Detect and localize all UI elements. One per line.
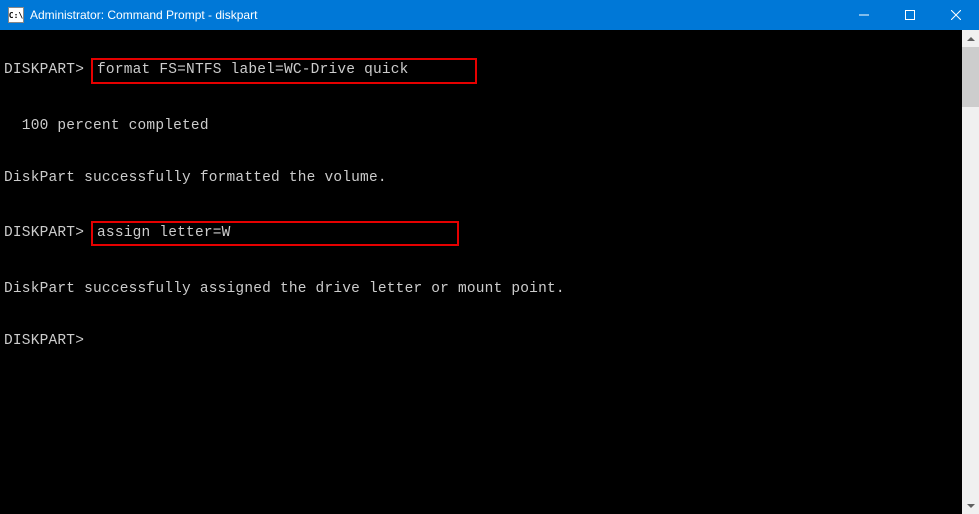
titlebar[interactable]: C:\ Administrator: Command Prompt - disk…	[0, 0, 979, 30]
minimize-button[interactable]	[841, 0, 887, 30]
scroll-up-button[interactable]	[962, 30, 979, 47]
scrollbar-track[interactable]	[962, 47, 979, 497]
prompt: DISKPART>	[4, 225, 84, 241]
terminal-line: DISKPART>	[4, 331, 975, 351]
chevron-down-icon	[967, 504, 975, 508]
terminal-line: DiskPart successfully formatted the volu…	[4, 168, 975, 188]
terminal-output[interactable]: DISKPART> format FS=NTFS label=WC-Drive …	[0, 30, 979, 514]
highlighted-command: format FS=NTFS label=WC-Drive quick	[91, 58, 477, 83]
prompt: DISKPART>	[4, 62, 84, 78]
terminal-line: DISKPART> format FS=NTFS label=WC-Drive …	[4, 58, 975, 83]
terminal-line: 100 percent completed	[4, 116, 975, 136]
terminal-line: DISKPART> assign letter=W	[4, 221, 975, 246]
prompt: DISKPART>	[4, 333, 84, 349]
highlighted-command: assign letter=W	[91, 221, 459, 246]
scrollbar-thumb[interactable]	[962, 47, 979, 107]
close-button[interactable]	[933, 0, 979, 30]
terminal-line: DiskPart successfully assigned the drive…	[4, 279, 975, 299]
vertical-scrollbar[interactable]	[962, 30, 979, 514]
window-controls	[841, 0, 979, 30]
window-title: Administrator: Command Prompt - diskpart	[30, 8, 841, 22]
maximize-button[interactable]	[887, 0, 933, 30]
scroll-down-button[interactable]	[962, 497, 979, 514]
chevron-up-icon	[967, 37, 975, 41]
cmd-icon: C:\	[8, 7, 24, 23]
